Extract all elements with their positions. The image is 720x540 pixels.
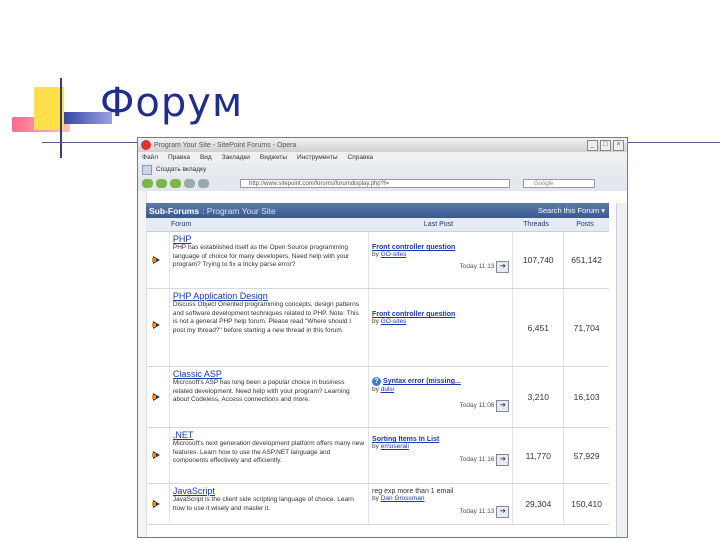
last-post-time: Today 11:13: [459, 263, 495, 270]
search-forum-button[interactable]: Search this Forum ▾: [538, 206, 605, 215]
vertical-scrollbar[interactable]: [616, 203, 627, 537]
last-post-by-label: by: [372, 443, 379, 450]
subforum-header: Sub-Forums : Program Your Site Search th…: [146, 203, 609, 218]
last-post-link[interactable]: Front controller question: [372, 244, 509, 251]
forum-title-link[interactable]: PHP: [173, 234, 365, 244]
window-titlebar: Program Your Site - SitePoint Forums - O…: [138, 138, 627, 152]
forum-description: JavaScript is the client side scripting …: [172, 496, 354, 512]
forum-status-icon: [152, 256, 162, 265]
table-row: PHP Application Design Discuss Object Or…: [146, 289, 609, 367]
slide-decoration-vertical-line: [60, 78, 62, 158]
post-count: 150,410: [571, 499, 602, 509]
column-headers: Forum Last Post Threads Posts: [146, 218, 609, 232]
tab-bar: Создать вкладку: [138, 163, 627, 176]
post-count: 57,929: [573, 450, 600, 461]
menu-tools[interactable]: Инструменты: [297, 154, 338, 161]
maximize-button[interactable]: □: [600, 140, 611, 151]
forum-description: Microsoft's ASP has long been a popular …: [172, 379, 350, 403]
forum-status-icon: [152, 500, 162, 509]
close-button[interactable]: ×: [613, 140, 624, 151]
opera-logo-icon: [141, 140, 151, 150]
last-post-link[interactable]: Front controller question: [372, 311, 509, 318]
minimize-button[interactable]: _: [587, 140, 598, 151]
last-post-link[interactable]: Syntax error (missing...: [383, 378, 461, 385]
last-post-link[interactable]: Sorting Items In List: [372, 436, 509, 443]
last-post-author-link[interactable]: emuserali: [381, 443, 409, 450]
column-forum[interactable]: Forum: [146, 221, 366, 228]
home-icon[interactable]: [198, 179, 209, 188]
subforum-section-name: : Program Your Site: [202, 205, 276, 216]
forum-status-icon: [152, 451, 162, 460]
stop-icon[interactable]: [184, 179, 195, 188]
forum-status-icon: [152, 321, 162, 330]
last-post-time: Today 11:13: [459, 508, 495, 515]
last-post-author-link[interactable]: dulsi: [381, 386, 394, 393]
forum-description: Microsoft's next generation development …: [172, 440, 365, 464]
window-title: Program Your Site - SitePoint Forums - O…: [154, 141, 297, 149]
slide-title: Форум: [100, 80, 244, 126]
forum-title-link[interactable]: PHP Application Design: [173, 291, 365, 301]
back-icon[interactable]: [142, 179, 153, 188]
last-post-link[interactable]: reg exp more than 1 email: [372, 488, 509, 495]
thread-count: 107,740: [513, 232, 565, 288]
last-post-by-label: by: [372, 386, 379, 393]
forum-description: Discuss Object Oriented programming conc…: [172, 301, 359, 334]
forum-title-link[interactable]: Classic ASP: [173, 369, 365, 379]
table-row: JavaScript JavaScript is the client side…: [146, 484, 609, 525]
table-row: .NET Microsoft's next generation develop…: [146, 428, 609, 484]
go-to-last-post-icon[interactable]: ➔: [496, 506, 510, 518]
menu-bar: Файл Правка Вид Закладки Виджеты Инструм…: [138, 152, 627, 163]
new-tab-icon: [142, 164, 152, 175]
menu-widgets[interactable]: Виджеты: [260, 154, 287, 161]
thread-count: 6,451: [513, 289, 565, 366]
forward-icon[interactable]: [156, 179, 167, 188]
thread-count: 3,210: [513, 367, 565, 427]
browser-window: Program Your Site - SitePoint Forums - O…: [137, 137, 628, 538]
menu-edit[interactable]: Правка: [168, 154, 190, 161]
question-icon: ?: [372, 377, 382, 386]
last-post-author-link[interactable]: Dan Grossman: [381, 495, 425, 502]
reload-icon[interactable]: [170, 179, 181, 188]
forum-description: PHP has established itself as the Open S…: [172, 244, 350, 268]
search-input[interactable]: Google: [523, 179, 595, 188]
thread-count: 29,304: [513, 484, 565, 524]
column-posts[interactable]: Posts: [561, 221, 609, 228]
last-post-by-label: by: [372, 251, 379, 258]
subforum-header-label: Sub-Forums: [149, 205, 200, 216]
forum-title-link[interactable]: JavaScript: [173, 486, 365, 496]
last-post-by-label: by: [372, 495, 379, 502]
post-count: 651,142: [571, 255, 602, 265]
menu-help[interactable]: Справка: [348, 154, 374, 161]
menu-view[interactable]: Вид: [200, 154, 212, 161]
last-post-time: Today 11:16: [459, 456, 495, 463]
column-last-post[interactable]: Last Post: [366, 221, 511, 228]
menu-file[interactable]: Файл: [142, 154, 158, 161]
menu-bookmarks[interactable]: Закладки: [222, 154, 250, 161]
post-count: 16,103: [573, 392, 600, 402]
last-post-by-label: by: [372, 318, 379, 325]
last-post-time: Today 11:06: [459, 402, 495, 409]
last-post-author-link[interactable]: GO-sites: [381, 251, 407, 258]
go-to-last-post-icon[interactable]: ➔: [496, 261, 510, 273]
navigation-bar: http://www.sitepoint.com/forums/forumdis…: [138, 176, 627, 191]
forum-status-icon: [152, 393, 162, 402]
table-row: Classic ASP Microsoft's ASP has long bee…: [146, 367, 609, 428]
forum-title-link[interactable]: .NET: [173, 430, 365, 440]
post-count: 71,704: [573, 322, 600, 333]
last-post-author-link[interactable]: GO-sites: [381, 318, 407, 325]
thread-count: 11,770: [513, 428, 565, 483]
column-threads[interactable]: Threads: [511, 221, 561, 228]
table-row: PHP PHP has established itself as the Op…: [146, 232, 609, 289]
page-content: Sub-Forums : Program Your Site Search th…: [138, 191, 627, 537]
new-tab-button[interactable]: Создать вкладку: [156, 166, 206, 173]
subforum-table: Sub-Forums : Program Your Site Search th…: [146, 203, 609, 525]
go-to-last-post-icon[interactable]: ➔: [496, 454, 510, 466]
address-field[interactable]: http://www.sitepoint.com/forums/forumdis…: [240, 179, 510, 188]
go-to-last-post-icon[interactable]: ➔: [496, 400, 510, 412]
